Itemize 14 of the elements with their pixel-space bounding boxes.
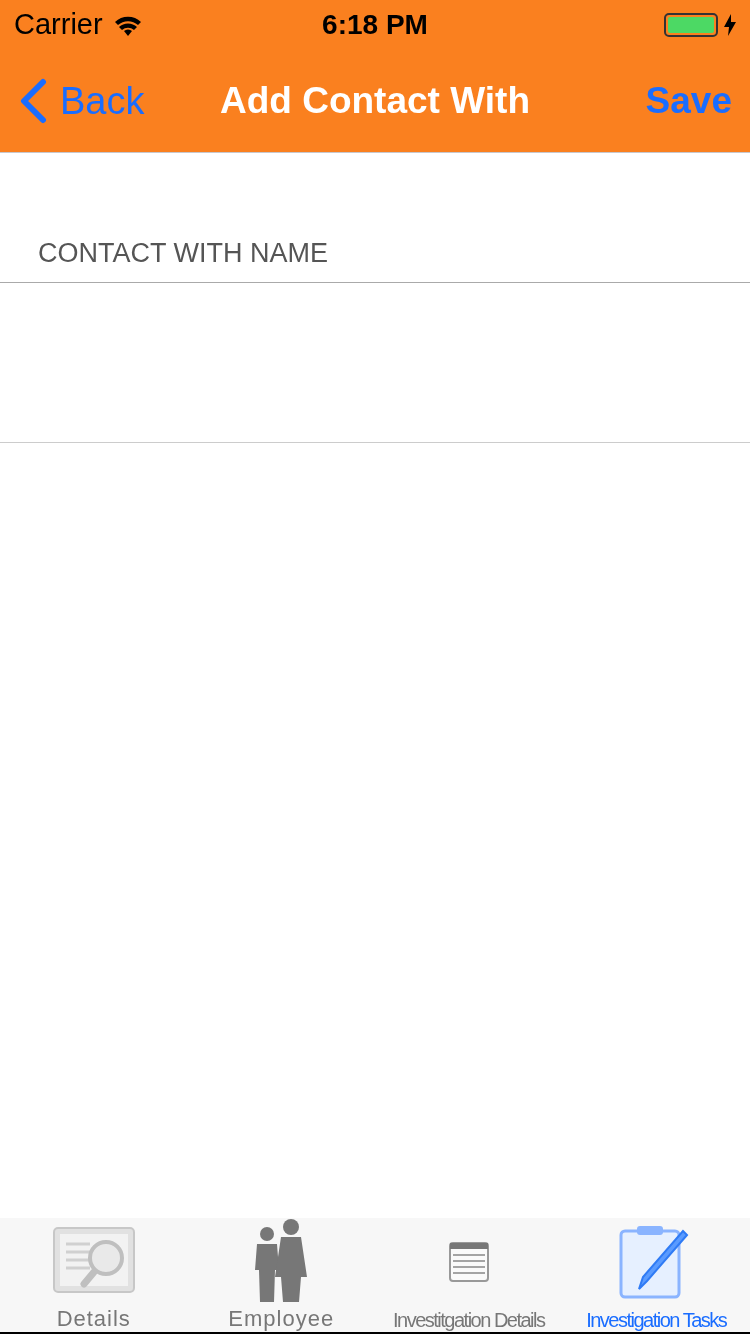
chevron-left-icon: [18, 78, 48, 124]
ledger-magnifier-icon: [51, 1226, 136, 1294]
people-silhouette-icon: [253, 1218, 310, 1302]
charging-icon: [724, 14, 736, 36]
section-header: CONTACT WITH NAME: [38, 237, 328, 270]
tab-bar-item[interactable]: Investigation Tasks: [562, 1218, 750, 1334]
nav-title: Add Contact With: [219, 79, 531, 124]
carrier-name: Carrier: [14, 7, 103, 43]
battery-icon: [664, 13, 718, 37]
list-icon: [448, 1241, 489, 1282]
status-time: 6:18 PM: [322, 8, 428, 42]
tab-bar-item[interactable]: Details: [0, 1218, 188, 1334]
tab-bar-item[interactable]: Investitgation Details: [375, 1218, 563, 1334]
tab-bar-item[interactable]: Employee: [187, 1218, 375, 1334]
